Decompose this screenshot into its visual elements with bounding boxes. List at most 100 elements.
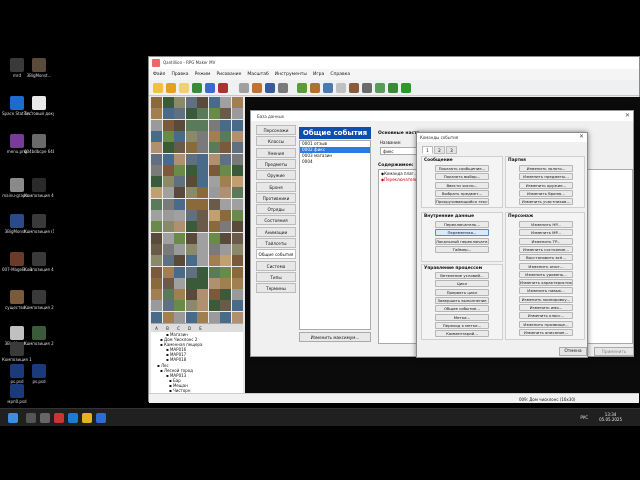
- resource-icon[interactable]: [388, 83, 398, 93]
- menu-item[interactable]: Файл: [153, 72, 165, 77]
- desktop-icon[interactable]: Композиция 221.mp4: [24, 290, 54, 310]
- database-icon[interactable]: [336, 83, 346, 93]
- category-14[interactable]: Термины: [256, 283, 296, 294]
- command-button[interactable]: Переход к метке...: [435, 321, 489, 329]
- menu-item[interactable]: Инструменты: [275, 72, 307, 77]
- category-2[interactable]: Умения: [256, 147, 296, 158]
- tab-page-3[interactable]: 3: [446, 146, 457, 154]
- plugin-icon[interactable]: [349, 83, 359, 93]
- command-button[interactable]: Изменить броню...: [519, 189, 573, 197]
- command-button[interactable]: Переключатель...: [435, 221, 489, 228]
- command-button[interactable]: Изменить опыт...: [519, 262, 573, 270]
- save-icon[interactable]: [179, 83, 189, 93]
- tileset-palette[interactable]: [151, 97, 243, 323]
- category-12[interactable]: Система: [256, 260, 296, 271]
- change-max-button[interactable]: Изменить максимум...: [299, 332, 371, 342]
- menu-item[interactable]: Рисование: [216, 72, 241, 77]
- language-indicator[interactable]: РУС: [580, 415, 588, 420]
- zoom-actual-icon[interactable]: [323, 83, 333, 93]
- tileset-tab-d[interactable]: D: [184, 324, 195, 331]
- category-1[interactable]: Классы: [256, 136, 296, 147]
- name-field[interactable]: фикс: [380, 147, 420, 155]
- desktop-icon[interactable]: Тестовый докумен...: [24, 96, 54, 116]
- command-button[interactable]: Изменить прозвище...: [519, 320, 573, 328]
- category-11[interactable]: Общие события: [256, 249, 296, 260]
- task-view-icon[interactable]: [40, 413, 50, 423]
- desktop-icon[interactable]: Композиция (1).mp4: [24, 214, 54, 234]
- command-button[interactable]: Изменить имя...: [519, 304, 573, 311]
- command-button[interactable]: Переменная...: [435, 229, 489, 237]
- shadow-pen-icon[interactable]: [278, 83, 288, 93]
- command-button[interactable]: Изменить участников...: [519, 198, 573, 206]
- command-button[interactable]: Изменить TP...: [519, 237, 573, 245]
- command-button[interactable]: Прервать цикл: [435, 288, 489, 296]
- apply-button[interactable]: Применить: [594, 347, 634, 356]
- tileset-tab-c[interactable]: C: [173, 324, 184, 331]
- command-button[interactable]: Ввести число...: [435, 181, 489, 189]
- category-13[interactable]: Типы: [256, 271, 296, 282]
- command-button[interactable]: Изменить золото...: [519, 165, 573, 172]
- command-button[interactable]: Прокручивающийся текст...: [435, 198, 489, 206]
- command-button[interactable]: Изменить описание...: [519, 328, 573, 336]
- command-button[interactable]: Изменить состояние...: [519, 245, 573, 253]
- menu-item[interactable]: Справка: [330, 72, 350, 77]
- open-icon[interactable]: [166, 83, 176, 93]
- desktop-icon[interactable]: мрп0.psd: [2, 384, 32, 404]
- event-command-line[interactable]: ◆Переключатель...: [381, 177, 421, 183]
- sound-test-icon[interactable]: [362, 83, 372, 93]
- tileset-tab-a[interactable]: A: [151, 324, 162, 331]
- zoom-in-icon[interactable]: [297, 83, 307, 93]
- tileset-tab-e[interactable]: E: [195, 324, 206, 331]
- event-layer-icon[interactable]: [205, 83, 215, 93]
- rectangle-icon[interactable]: [239, 83, 249, 93]
- tab-page-2[interactable]: 2: [434, 146, 445, 154]
- close-icon[interactable]: ✕: [579, 133, 584, 140]
- command-button[interactable]: Локальный переключатель...: [435, 237, 489, 245]
- desktop-icon[interactable]: Композиция 40mp4.mp4: [24, 178, 54, 198]
- cancel-button[interactable]: Отмена: [559, 347, 587, 356]
- command-button[interactable]: Изменить экипировку...: [519, 295, 573, 303]
- command-button[interactable]: Комментарий...: [435, 330, 489, 338]
- command-button[interactable]: Метка...: [435, 313, 489, 321]
- new-icon[interactable]: [153, 83, 163, 93]
- fill-icon[interactable]: [265, 83, 275, 93]
- map-layer-icon[interactable]: [192, 83, 202, 93]
- desktop-icon[interactable]: 604bdbcpe 64b-encod...: [24, 134, 54, 154]
- pencil-icon[interactable]: [218, 83, 228, 93]
- desktop-icon[interactable]: 3BigMonst...: [24, 58, 54, 78]
- file-explorer-icon[interactable]: [82, 413, 92, 423]
- menu-item[interactable]: Режим: [195, 72, 211, 77]
- playtest-icon[interactable]: [401, 83, 411, 93]
- command-button[interactable]: Ветвление условий...: [435, 272, 489, 279]
- category-8[interactable]: Состояния: [256, 215, 296, 226]
- command-button[interactable]: Показать выбор...: [435, 173, 489, 181]
- desktop-icon[interactable]: ps.psd: [24, 364, 54, 384]
- event-search-icon[interactable]: [375, 83, 385, 93]
- command-button[interactable]: Общее событие...: [435, 305, 489, 313]
- tileset-tab-b[interactable]: B: [162, 324, 173, 331]
- category-3[interactable]: Предметы: [256, 158, 296, 169]
- category-0[interactable]: Персонажи: [256, 125, 296, 135]
- tab-page-1[interactable]: 1: [422, 146, 433, 154]
- desktop-icon[interactable]: Композиция 1.mp4: [2, 342, 32, 362]
- command-button[interactable]: Восстановить всё...: [519, 254, 573, 262]
- command-button[interactable]: Цикл: [435, 280, 489, 288]
- command-button[interactable]: Изменить класс...: [519, 312, 573, 320]
- menu-item[interactable]: Правка: [171, 72, 188, 77]
- command-button[interactable]: Таймер...: [435, 245, 489, 253]
- command-button[interactable]: Изменить HP...: [519, 221, 573, 228]
- system-clock[interactable]: 13:34 05.05.2025: [599, 412, 622, 422]
- command-button[interactable]: Показать сообщение...: [435, 165, 489, 172]
- app-icon[interactable]: [96, 413, 106, 423]
- desktop-icon[interactable]: Композиция 43mp4_1...: [24, 252, 54, 272]
- rpgmaker-taskbar-icon[interactable]: [54, 413, 64, 423]
- category-6[interactable]: Противники: [256, 192, 296, 203]
- command-button[interactable]: Изменить MP...: [519, 229, 573, 237]
- search-icon[interactable]: [26, 413, 36, 423]
- zoom-out-icon[interactable]: [310, 83, 320, 93]
- menu-item[interactable]: Масштаб: [247, 72, 268, 77]
- command-button[interactable]: Изменить навык...: [519, 287, 573, 295]
- browser-icon[interactable]: [68, 413, 78, 423]
- category-5[interactable]: Броня: [256, 181, 296, 192]
- category-10[interactable]: Тайлсеты: [256, 238, 296, 248]
